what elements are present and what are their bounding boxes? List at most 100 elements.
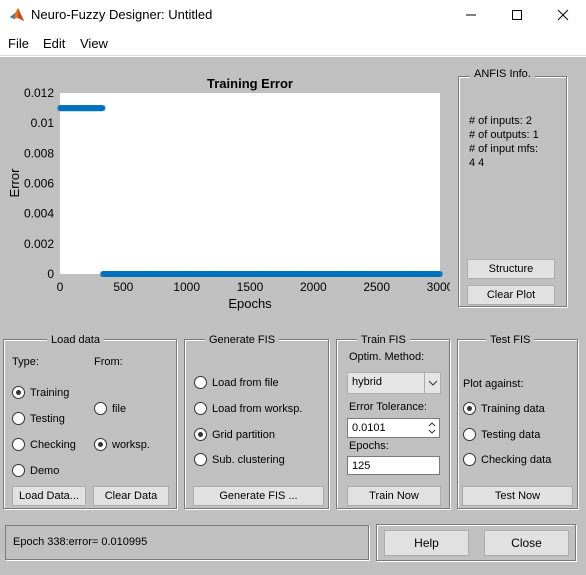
x-tick-label: 2500 [363, 280, 390, 294]
from-label: From: [94, 356, 123, 368]
radio-type-demo[interactable]: Demo [12, 464, 59, 477]
radio-indicator [463, 428, 476, 441]
radio-test-testing[interactable]: Testing data [463, 428, 540, 441]
radio-label: Load from worksp. [212, 402, 303, 415]
y-tick-label: 0.012 [24, 86, 54, 100]
radio-from-workspace[interactable]: worksp. [94, 438, 150, 451]
series-1-markers [57, 105, 106, 112]
anfis-info-legend: ANFIS Info. [470, 68, 535, 80]
title-bar: Neuro-Fuzzy Designer: Untitled [0, 0, 586, 30]
maximize-icon [512, 10, 522, 20]
status-text: Epoch 338:error= 0.010995 [13, 536, 148, 548]
structure-button[interactable]: Structure [467, 259, 555, 279]
optim-method-label: Optim. Method: [349, 351, 425, 363]
data-point-marker [436, 271, 443, 277]
radio-label: Grid partition [212, 428, 275, 441]
radio-gen-load-file[interactable]: Load from file [194, 376, 279, 389]
clear-data-button[interactable]: Clear Data [93, 486, 169, 506]
series-2-markers [99, 271, 443, 277]
plot-title: Training Error [207, 76, 293, 91]
generate-fis-panel [184, 339, 329, 509]
radio-label: worksp. [112, 438, 150, 451]
radio-label: Demo [30, 464, 60, 477]
radio-from-file[interactable]: file [94, 402, 126, 415]
radio-indicator [94, 402, 107, 415]
menu-edit[interactable]: Edit [43, 36, 65, 51]
optim-method-value: hybrid [352, 376, 382, 388]
test-fis-panel [457, 339, 578, 509]
generate-fis-legend: Generate FIS [205, 334, 280, 346]
menu-view[interactable]: View [80, 36, 108, 51]
x-tick-label: 1500 [237, 280, 264, 294]
radio-indicator [12, 464, 25, 477]
radio-test-training[interactable]: Training data [463, 402, 545, 415]
load-data-button[interactable]: Load Data... [12, 486, 86, 506]
error-tolerance-value: 0.0101 [352, 422, 386, 434]
radio-indicator [194, 428, 207, 441]
help-button[interactable]: Help [384, 530, 469, 556]
error-tolerance-label: Error Tolerance: [349, 401, 428, 413]
y-tick-label: 0.008 [24, 146, 54, 160]
radio-label: Checking data [481, 453, 552, 466]
minimize-icon [466, 14, 476, 16]
load-data-legend: Load data [47, 334, 104, 346]
x-tick-label: 0 [57, 280, 64, 294]
train-fis-legend: Train FIS [357, 334, 410, 346]
radio-indicator [194, 402, 207, 415]
train-now-button[interactable]: Train Now [347, 486, 441, 506]
y-tick-label: 0.004 [24, 207, 54, 221]
close-button[interactable]: Close [484, 530, 569, 556]
info-input-mfs-value: 4 4 [469, 157, 485, 169]
menu-bar: File Edit View [0, 30, 586, 56]
plot-against-label: Plot against: [463, 378, 524, 390]
radio-type-training[interactable]: Training [12, 386, 69, 399]
radio-indicator [12, 386, 25, 399]
radio-gen-grid-partition[interactable]: Grid partition [194, 428, 275, 441]
radio-indicator [194, 376, 207, 389]
error-tolerance-spinner[interactable]: 0.0101 [347, 418, 440, 438]
x-axis-label: Epochs [228, 296, 272, 311]
close-icon [557, 9, 569, 21]
chevron-down-icon [424, 373, 440, 393]
menu-file[interactable]: File [8, 36, 29, 51]
radio-label: Training data [481, 402, 545, 415]
spinner-arrows-icon[interactable] [427, 420, 437, 436]
y-axis-label: Error [7, 168, 22, 198]
plot-area [60, 93, 440, 274]
radio-indicator [463, 453, 476, 466]
generate-fis-button[interactable]: Generate FIS ... [193, 486, 324, 506]
radio-indicator [194, 453, 207, 466]
optim-method-select[interactable]: hybrid [347, 372, 441, 394]
radio-type-checking[interactable]: Checking [12, 438, 76, 451]
close-window-button[interactable] [540, 0, 586, 30]
radio-label: Training [30, 386, 70, 399]
minimize-button[interactable] [448, 0, 494, 30]
radio-indicator [12, 412, 25, 425]
test-fis-legend: Test FIS [486, 334, 535, 346]
client-area: Training Error 0 0.002 0.004 0.006 0.008 0.01… [0, 57, 586, 575]
clear-plot-button[interactable]: Clear Plot [467, 285, 555, 305]
epochs-label: Epochs: [349, 440, 389, 452]
radio-label: file [112, 402, 127, 415]
radio-label: Load from file [212, 376, 279, 389]
x-tick-label: 1000 [173, 280, 200, 294]
maximize-button[interactable] [494, 0, 540, 30]
x-tick-label: 3000 [427, 280, 450, 294]
y-tick-label: 0 [47, 267, 54, 281]
x-tick-label: 500 [113, 280, 133, 294]
y-tick-label: 0.01 [31, 116, 55, 130]
radio-test-checking[interactable]: Checking data [463, 453, 551, 466]
info-inputs: # of inputs: 2 [469, 115, 532, 127]
radio-label: Testing data [481, 428, 541, 441]
type-label: Type: [12, 356, 39, 368]
x-tick-label: 2000 [300, 280, 327, 294]
radio-gen-sub-clustering[interactable]: Sub. clustering [194, 453, 285, 466]
test-now-button[interactable]: Test Now [462, 486, 573, 506]
y-tick-label: 0.006 [24, 177, 54, 191]
radio-indicator [463, 402, 476, 415]
radio-type-testing[interactable]: Testing [12, 412, 65, 425]
radio-indicator [12, 438, 25, 451]
radio-gen-load-workspace[interactable]: Load from worksp. [194, 402, 302, 415]
radio-label: Testing [30, 412, 65, 425]
epochs-input[interactable]: 125 [347, 456, 440, 475]
